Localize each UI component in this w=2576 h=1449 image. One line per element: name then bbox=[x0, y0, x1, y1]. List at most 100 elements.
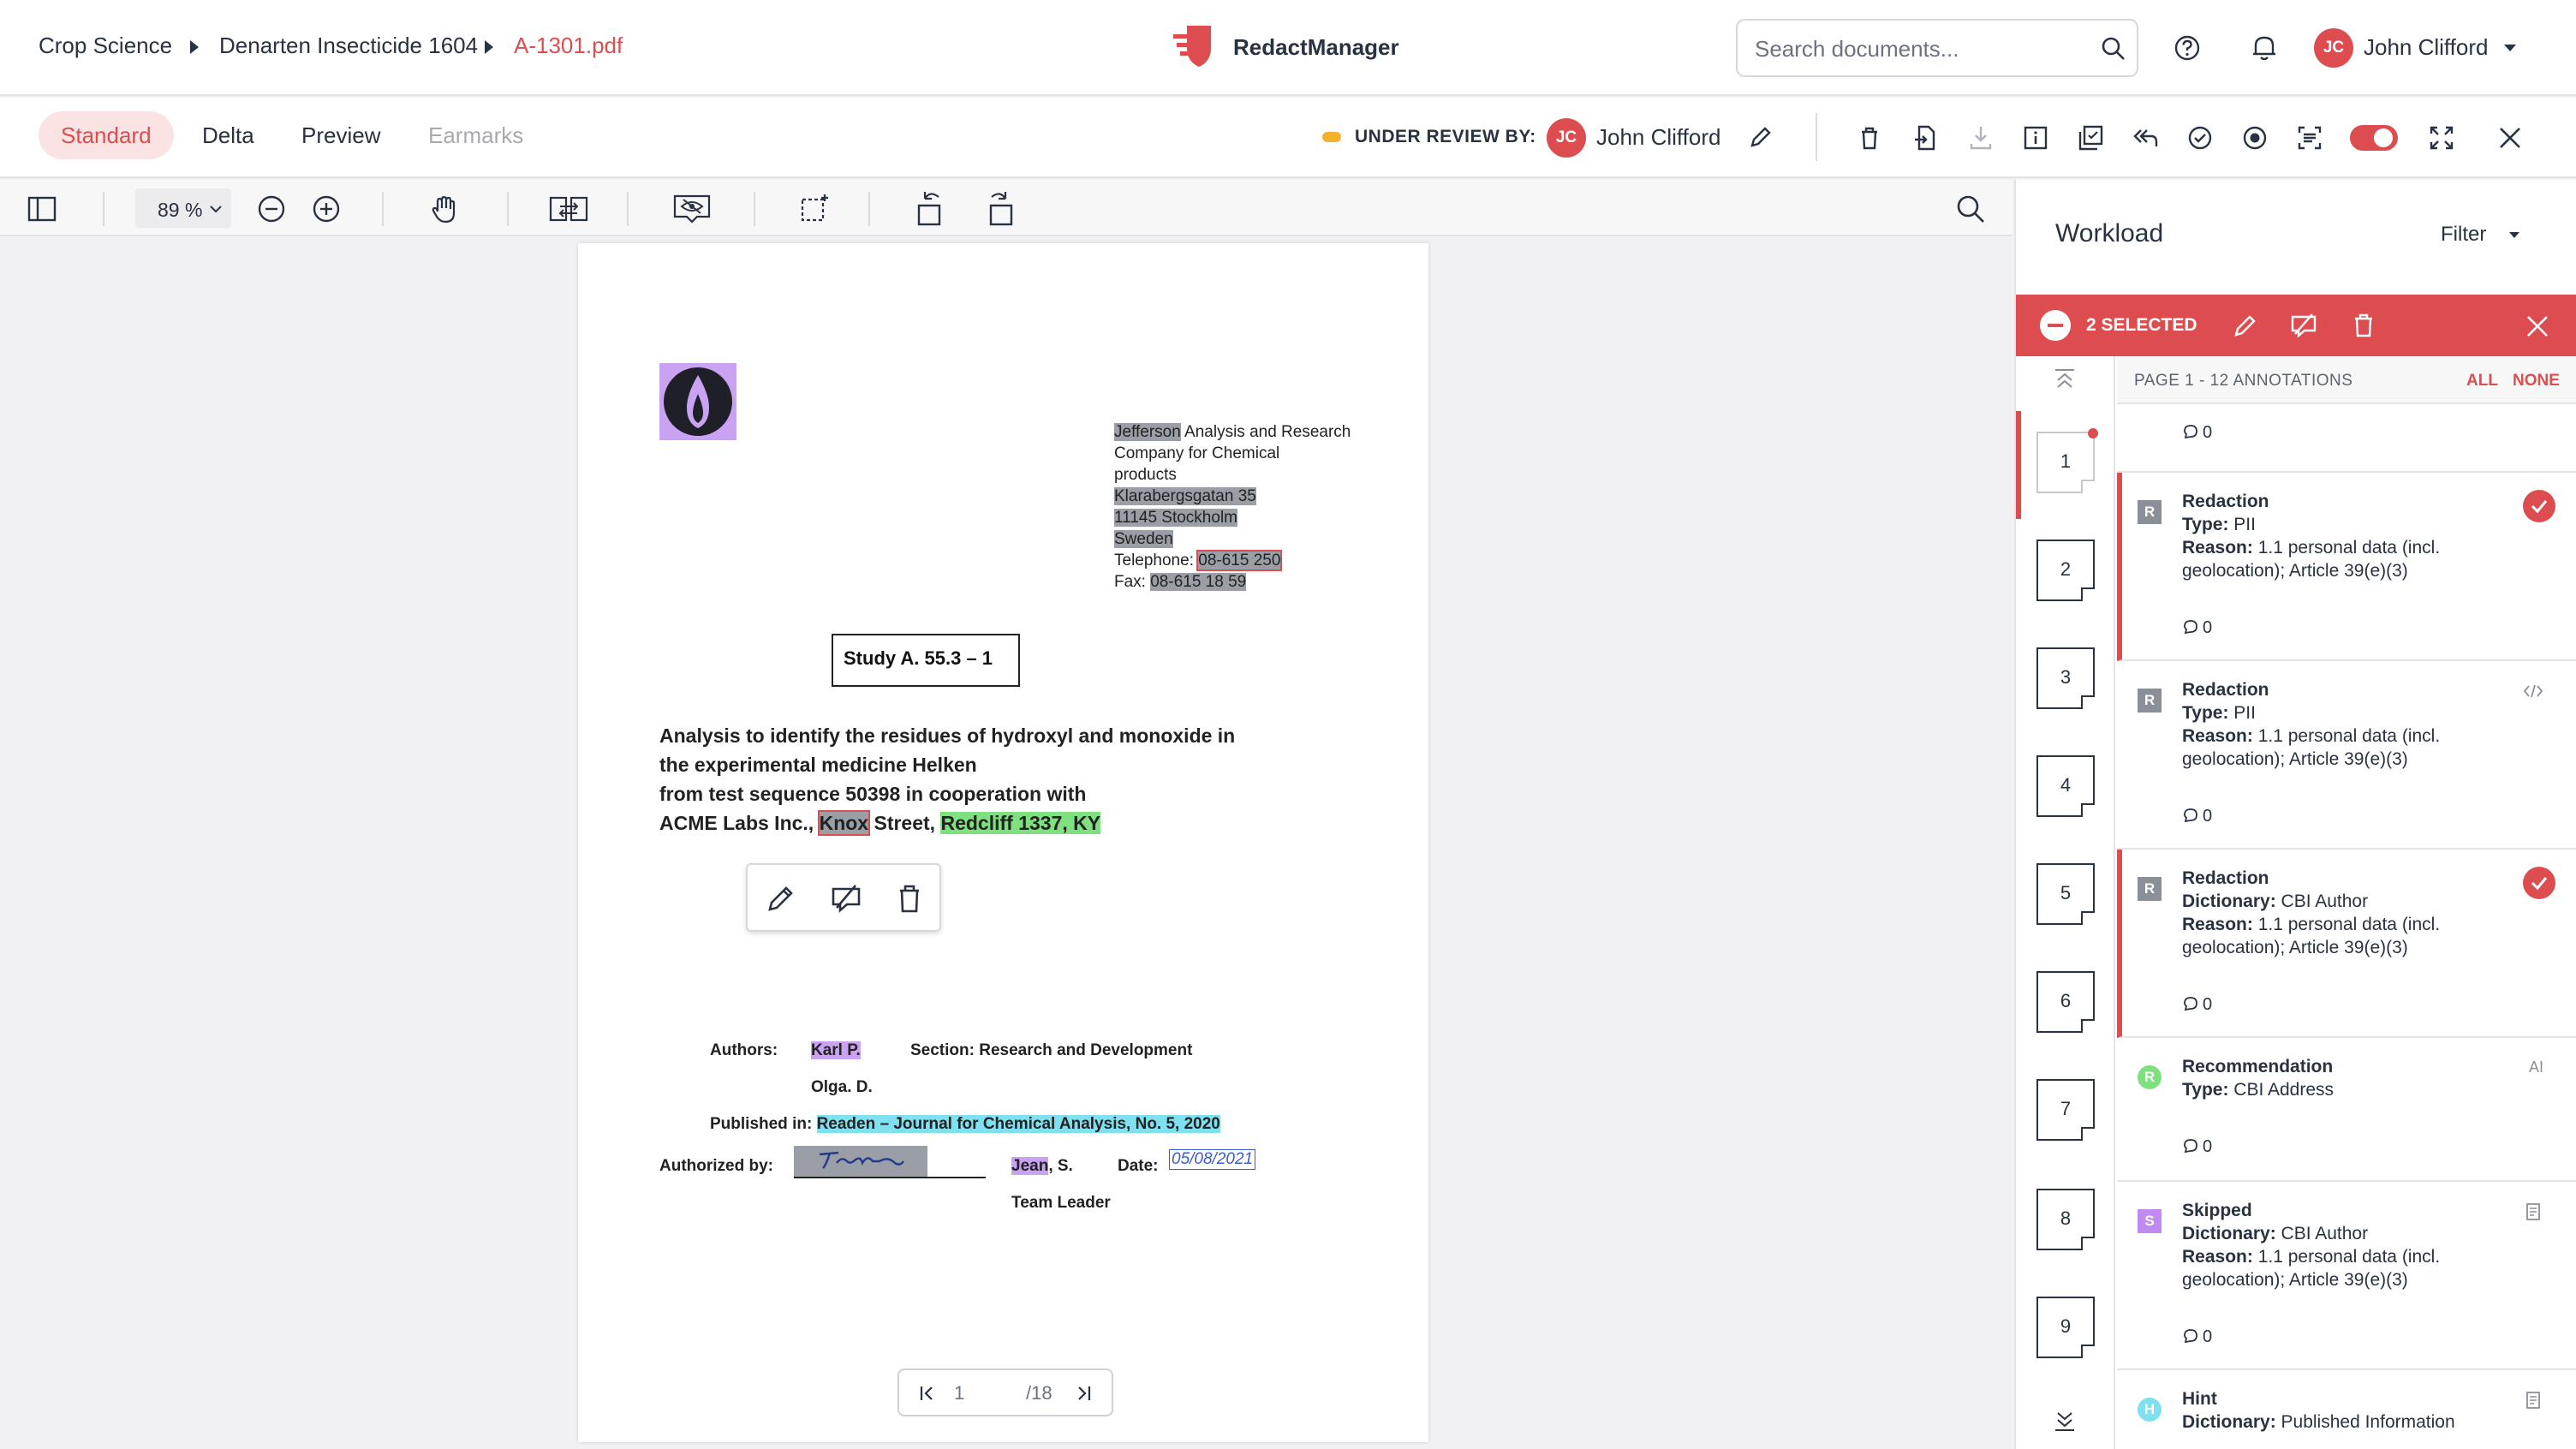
bulk-remove-suggestion-icon[interactable] bbox=[2290, 312, 2317, 339]
undo-all-icon[interactable] bbox=[2131, 123, 2160, 152]
delete-trash-icon[interactable] bbox=[893, 882, 926, 915]
selected-check-icon[interactable] bbox=[2523, 867, 2555, 899]
selected-check-icon[interactable] bbox=[2523, 490, 2555, 522]
last-page-icon[interactable] bbox=[1074, 1384, 1093, 1403]
thumbnail-page-7[interactable]: 7 bbox=[2036, 1079, 2095, 1141]
rectangle-select-icon[interactable] bbox=[798, 193, 831, 225]
redacted-street-knox[interactable]: Knox bbox=[817, 810, 871, 836]
thumbnail-page-4[interactable]: 4 bbox=[2036, 755, 2095, 817]
redacted-telephone[interactable]: 08-615 250 bbox=[1196, 550, 1283, 571]
thumbnail-page-3[interactable]: 3 bbox=[2036, 647, 2095, 709]
annotation-item-redaction-1[interactable]: R Redaction Type: PII Reason: 1.1 person… bbox=[2117, 473, 2576, 661]
thumbnail-page-9[interactable]: 9 bbox=[2036, 1297, 2095, 1358]
comment-icon[interactable] bbox=[2182, 423, 2199, 440]
select-all-link[interactable]: ALL bbox=[2466, 372, 2498, 391]
annotation-item-redaction-3[interactable]: R Redaction Dictionary: CBI Author Reaso… bbox=[2117, 850, 2576, 1038]
company-logo[interactable] bbox=[659, 363, 736, 440]
breadcrumb-crop-science[interactable]: Crop Science bbox=[39, 33, 172, 59]
deselect-all-icon[interactable] bbox=[2040, 310, 2071, 341]
tab-delta[interactable]: Delta bbox=[180, 111, 277, 159]
scroll-top-icon[interactable] bbox=[2052, 367, 2078, 392]
select-none-link[interactable]: NONE bbox=[2513, 372, 2560, 391]
filter-button[interactable]: Filter bbox=[2441, 223, 2486, 247]
edit-pencil-icon[interactable] bbox=[765, 882, 797, 915]
skipped-author-karl[interactable]: Karl P. bbox=[811, 1041, 861, 1059]
breadcrumb-dossier[interactable]: Denarten Insecticide 1604 bbox=[219, 33, 478, 59]
annotation-details: Skipped Dictionary: CBI Author Reason: 1… bbox=[2182, 1201, 2441, 1290]
user-menu-chevron-down-icon[interactable] bbox=[2504, 45, 2516, 51]
annotation-item-skipped[interactable]: S Skipped Dictionary: CBI Author Reason:… bbox=[2117, 1182, 2576, 1370]
pdf-page[interactable]: Jefferson Analysis and Research Company … bbox=[578, 243, 1428, 1442]
toggle-sidebar-icon[interactable] bbox=[26, 193, 58, 225]
zoom-out-icon[interactable] bbox=[255, 193, 288, 225]
tab-standard[interactable]: Standard bbox=[39, 111, 174, 159]
user-avatar[interactable]: JC bbox=[2314, 28, 2353, 68]
zoom-in-icon[interactable] bbox=[310, 193, 343, 225]
dictionary-page-icon[interactable] bbox=[2525, 1391, 2542, 1410]
toolbar-divider bbox=[754, 192, 755, 226]
fullscreen-icon[interactable] bbox=[2427, 123, 2456, 152]
document-search-icon[interactable] bbox=[1954, 193, 1987, 225]
search-input[interactable] bbox=[1755, 33, 2080, 65]
dictionary-page-icon[interactable] bbox=[2525, 1202, 2542, 1221]
thumbnail-page-5[interactable]: 5 bbox=[2036, 863, 2095, 925]
first-page-icon[interactable] bbox=[918, 1384, 937, 1403]
pan-hand-icon[interactable] bbox=[428, 193, 461, 225]
thumbnail-page-8[interactable]: 8 bbox=[2036, 1189, 2095, 1250]
toggle-switch[interactable] bbox=[2350, 125, 2398, 151]
help-icon[interactable] bbox=[2174, 34, 2201, 62]
filter-chevron-down-icon[interactable] bbox=[2509, 232, 2519, 238]
rotate-right-icon[interactable] bbox=[983, 187, 1017, 228]
close-icon[interactable] bbox=[2496, 123, 2525, 152]
thumbnail-page-6[interactable]: 6 bbox=[2036, 971, 2095, 1033]
annotation-item-hint[interactable]: H Hint Dictionary: Published Information bbox=[2117, 1370, 2576, 1449]
reviewer-avatar[interactable]: JC bbox=[1547, 118, 1586, 158]
edit-reviewer-pencil-icon[interactable] bbox=[1747, 123, 1774, 151]
close-selection-icon[interactable] bbox=[2525, 313, 2550, 339]
redacted-signature[interactable] bbox=[794, 1146, 927, 1177]
delete-icon[interactable] bbox=[1855, 123, 1884, 152]
tab-earmarks: Earmarks bbox=[428, 122, 524, 148]
hint-published-info[interactable]: Readen – Journal for Chemical Analysis, … bbox=[816, 1115, 1220, 1133]
hide-redactions-icon[interactable] bbox=[671, 193, 713, 225]
info-icon[interactable] bbox=[2021, 123, 2050, 152]
user-name[interactable]: John Clifford bbox=[2364, 34, 2489, 61]
rotate-left-icon[interactable] bbox=[913, 187, 947, 228]
skipped-author-jean[interactable]: Jean bbox=[1011, 1157, 1049, 1175]
bulk-edit-pencil-icon[interactable] bbox=[2232, 312, 2259, 339]
bulk-delete-icon[interactable] bbox=[2350, 312, 2377, 339]
current-page-input[interactable]: 1 bbox=[954, 1382, 964, 1404]
search-icon[interactable] bbox=[2101, 36, 2126, 62]
thumbnail-page-1[interactable]: 1 bbox=[2036, 432, 2095, 493]
breadcrumb-file[interactable]: A-1301.pdf bbox=[514, 33, 623, 59]
redacted-fax[interactable]: 08-615 18 59 bbox=[1150, 573, 1247, 591]
comment-icon[interactable] bbox=[2182, 618, 2199, 635]
handwritten-date[interactable]: 05/08/2021 bbox=[1169, 1149, 1256, 1170]
remove-suggestion-icon[interactable] bbox=[830, 882, 862, 915]
import-file-icon[interactable] bbox=[1911, 123, 1941, 152]
comment-icon[interactable] bbox=[2182, 1137, 2199, 1154]
rule-code-icon[interactable] bbox=[2523, 683, 2543, 699]
redacted-street[interactable]: Klarabergsgatan 35 bbox=[1114, 487, 1256, 505]
notifications-bell-icon[interactable] bbox=[2251, 33, 2278, 62]
comment-icon[interactable] bbox=[2182, 995, 2199, 1012]
comment-icon[interactable] bbox=[2182, 1327, 2199, 1345]
copy-pages-icon[interactable] bbox=[2076, 123, 2105, 152]
compare-pages-icon[interactable] bbox=[548, 193, 589, 225]
zoom-select[interactable]: 89 % bbox=[135, 188, 231, 228]
approve-check-circle-icon[interactable] bbox=[2185, 123, 2215, 152]
redacted-city[interactable]: 11145 Stockholm bbox=[1114, 509, 1237, 527]
ocr-scan-icon[interactable] bbox=[2295, 123, 2324, 152]
tab-preview[interactable]: Preview bbox=[279, 111, 402, 159]
redacted-country[interactable]: Sweden bbox=[1114, 530, 1173, 548]
annotation-item-recommendation[interactable]: R Recommendation Type: CBI Address 0 AI bbox=[2117, 1038, 2576, 1182]
record-icon[interactable] bbox=[2240, 123, 2269, 152]
thumbnail-page-2[interactable]: 2 bbox=[2036, 540, 2095, 601]
comment-icon[interactable] bbox=[2182, 807, 2199, 824]
annotation-item[interactable]: 0 bbox=[2117, 404, 2576, 473]
annotation-item-redaction-2[interactable]: R Redaction Type: PII Reason: 1.1 person… bbox=[2117, 661, 2576, 850]
scroll-bottom-icon[interactable] bbox=[2052, 1408, 2078, 1434]
redacted-company-name[interactable]: Jefferson bbox=[1114, 423, 1181, 441]
recommended-address[interactable]: Redcliff 1337, KY bbox=[940, 812, 1101, 834]
reviewer-name[interactable]: John Clifford bbox=[1596, 124, 1721, 151]
